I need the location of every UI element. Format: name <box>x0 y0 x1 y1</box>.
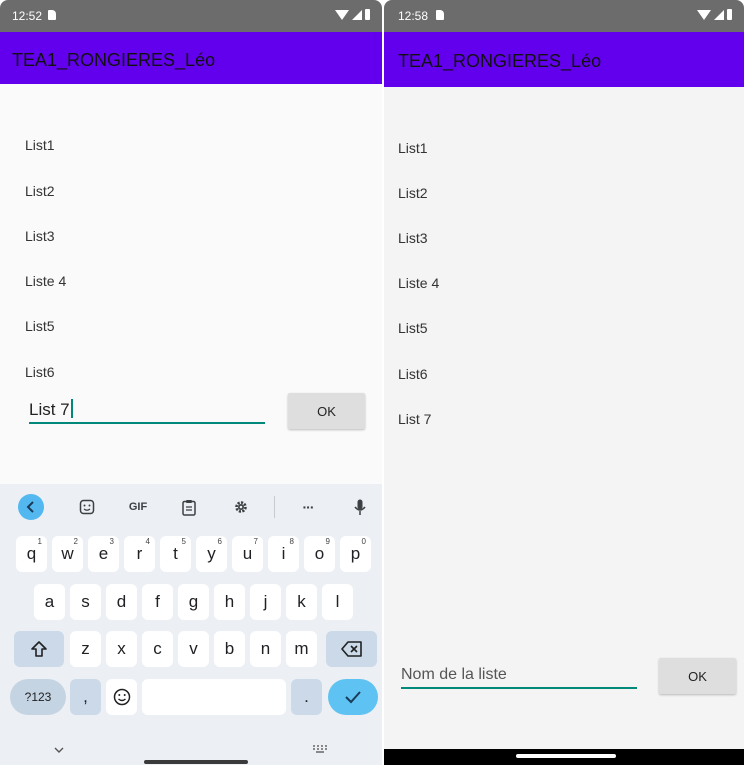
list-item[interactable]: List 7 <box>398 411 431 427</box>
symbols-key[interactable]: ?123 <box>10 679 66 715</box>
ok-button[interactable]: OK <box>659 658 736 694</box>
app-bar: TEA1_RONGIERES_Léo <box>0 32 382 84</box>
settings-gear-icon[interactable] <box>228 494 254 520</box>
battery-icon <box>727 9 732 20</box>
key-c[interactable]: c <box>142 631 173 667</box>
key-a[interactable]: a <box>34 584 65 620</box>
key-h[interactable]: h <box>214 584 245 620</box>
status-icons <box>335 9 370 20</box>
key-u[interactable]: u7 <box>232 536 263 572</box>
key-n[interactable]: n <box>250 631 281 667</box>
backspace-icon <box>340 641 362 657</box>
status-time: 12:58 <box>398 9 429 23</box>
wifi-icon <box>335 9 349 20</box>
phone-screen-left: 12:52 TEA1_RONGIERES_Léo List1 List2 Lis… <box>0 0 382 765</box>
keyboard-switch-icon[interactable] <box>313 745 327 756</box>
text-cursor <box>70 399 73 418</box>
list-item[interactable]: List2 <box>398 185 428 201</box>
key-v[interactable]: v <box>178 631 209 667</box>
keyboard-toolbar: GIF ··· <box>0 484 382 530</box>
key-j[interactable]: j <box>250 584 281 620</box>
key-z[interactable]: z <box>70 631 101 667</box>
key-o[interactable]: o9 <box>304 536 335 572</box>
input-underline <box>29 422 265 424</box>
more-options-button[interactable]: ··· <box>295 494 321 520</box>
phone-screen-right: 12:58 TEA1_RONGIERES_Léo List1 List2 Lis… <box>384 0 744 765</box>
key-i[interactable]: i8 <box>268 536 299 572</box>
list-item[interactable]: List5 <box>398 320 428 336</box>
list-item[interactable]: List2 <box>25 183 55 199</box>
shift-icon <box>31 641 47 657</box>
list-item[interactable]: Liste 4 <box>25 273 66 289</box>
list-item[interactable]: Liste 4 <box>398 275 439 291</box>
key-s[interactable]: s <box>70 584 101 620</box>
hide-keyboard-icon[interactable] <box>54 742 64 756</box>
key-d[interactable]: d <box>106 584 137 620</box>
sticker-icon[interactable] <box>74 494 100 520</box>
key-x[interactable]: x <box>106 631 137 667</box>
input-placeholder: Nom de la liste <box>401 666 507 683</box>
key-p[interactable]: p0 <box>340 536 371 572</box>
list-name-input[interactable]: List 7 <box>29 394 265 424</box>
key-y[interactable]: y6 <box>196 536 227 572</box>
sim-card-icon <box>48 10 56 20</box>
enter-key[interactable] <box>328 679 378 715</box>
space-bar[interactable] <box>142 679 286 715</box>
battery-icon <box>365 9 370 20</box>
signal-icon <box>352 9 362 20</box>
key-w[interactable]: w2 <box>52 536 83 572</box>
key-t[interactable]: t5 <box>160 536 191 572</box>
app-title: TEA1_RONGIERES_Léo <box>398 51 602 71</box>
key-r[interactable]: r4 <box>124 536 155 572</box>
gesture-nav-handle[interactable] <box>516 754 616 758</box>
gif-button[interactable]: GIF <box>124 494 152 520</box>
status-bar: 12:52 <box>0 0 382 32</box>
microphone-icon[interactable] <box>347 494 373 520</box>
list-item[interactable]: List6 <box>398 366 428 382</box>
key-e[interactable]: e3 <box>88 536 119 572</box>
soft-keyboard: GIF ··· q1 w2 e3 r4 t5 y6 u7 i8 o9 p0 a … <box>0 484 382 765</box>
wifi-icon <box>697 9 711 20</box>
app-bar: TEA1_RONGIERES_Léo <box>384 32 744 87</box>
signal-icon <box>714 9 724 20</box>
list-item[interactable]: List1 <box>398 140 428 156</box>
key-f[interactable]: f <box>142 584 173 620</box>
gesture-nav-handle[interactable] <box>144 760 248 764</box>
key-l[interactable]: l <box>322 584 353 620</box>
list-item[interactable]: List1 <box>25 137 55 153</box>
ok-button[interactable]: OK <box>288 393 365 429</box>
key-m[interactable]: m <box>286 631 317 667</box>
emoji-icon <box>113 688 130 706</box>
input-value: List 7 <box>29 400 70 419</box>
navigation-bar <box>384 749 744 765</box>
enter-check-icon <box>345 691 361 704</box>
key-g[interactable]: g <box>178 584 209 620</box>
emoji-key[interactable] <box>106 679 137 715</box>
app-title: TEA1_RONGIERES_Léo <box>12 50 216 70</box>
list-item[interactable]: List3 <box>398 230 428 246</box>
key-k[interactable]: k <box>286 584 317 620</box>
status-time: 12:52 <box>12 9 43 23</box>
input-underline <box>401 687 637 689</box>
list-item[interactable]: List3 <box>25 228 55 244</box>
shift-key[interactable] <box>14 631 64 667</box>
period-key[interactable]: . <box>291 679 322 715</box>
list-item[interactable]: List5 <box>25 318 55 334</box>
sim-card-icon <box>436 10 444 20</box>
comma-key[interactable]: , <box>70 679 101 715</box>
backspace-key[interactable] <box>326 631 377 667</box>
status-bar: 12:58 <box>384 0 744 32</box>
list-name-input[interactable]: Nom de la liste <box>401 660 637 689</box>
status-icons <box>697 9 732 20</box>
key-b[interactable]: b <box>214 631 245 667</box>
back-chevron-icon[interactable] <box>18 494 44 520</box>
clipboard-icon[interactable] <box>176 494 202 520</box>
key-q[interactable]: q1 <box>16 536 47 572</box>
toolbar-divider <box>274 496 275 518</box>
list-item[interactable]: List6 <box>25 364 55 380</box>
